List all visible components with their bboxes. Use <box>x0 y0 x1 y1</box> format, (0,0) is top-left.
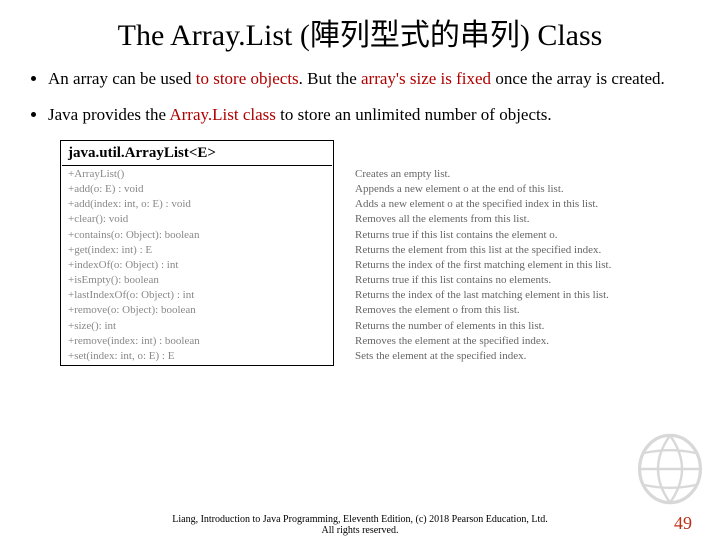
uml-diagram: java.util.ArrayList<E> +ArrayList()+add(… <box>60 140 660 365</box>
desc-row: Appends a new element o at the end of th… <box>335 181 659 196</box>
method-row: +contains(o: Object): boolean <box>62 227 332 242</box>
method-row: +ArrayList() <box>62 166 332 181</box>
bullet2-a: Java provides the <box>48 105 169 124</box>
class-name: java.util.ArrayList<E> <box>62 142 332 166</box>
bullet2-b: Array.List class <box>169 105 276 124</box>
bullet-list: An array can be used to store objects. B… <box>24 68 696 126</box>
bullet1-e: once the array is created. <box>491 69 665 88</box>
method-row: +indexOf(o: Object) : int <box>62 257 332 272</box>
bullet2-c: to store an unlimited number of objects. <box>276 105 552 124</box>
desc-row: Returns the element from this list at th… <box>335 242 659 257</box>
bullet-1: An array can be used to store objects. B… <box>48 68 696 90</box>
bullet1-d: array's size is fixed <box>361 69 491 88</box>
slide-title: The Array.List (陣列型式的串列) Class <box>24 10 696 54</box>
desc-list: Creates an empty list.Appends a new elem… <box>335 166 659 363</box>
desc-row: Removes the element at the specified ind… <box>335 333 659 348</box>
bullet-2: Java provides the Array.List class to st… <box>48 104 696 126</box>
desc-row: Returns true if this list contains no el… <box>335 273 659 288</box>
desc-row: Returns the index of the first matching … <box>335 257 659 272</box>
method-row: +clear(): void <box>62 212 332 227</box>
desc-row: Returns the index of the last matching e… <box>335 288 659 303</box>
method-row: +add(index: int, o: E) : void <box>62 197 332 212</box>
method-row: +get(index: int) : E <box>62 242 332 257</box>
method-list: +ArrayList()+add(o: E) : void+add(index:… <box>62 166 332 363</box>
bullet1-a: An array can be used <box>48 69 196 88</box>
title-part-b: (陣列型式的串列) <box>300 19 530 52</box>
method-row: +remove(index: int) : boolean <box>62 333 332 348</box>
desc-row: Removes all the elements from this list. <box>335 212 659 227</box>
desc-row: Creates an empty list. <box>335 166 659 181</box>
footer: Liang, Introduction to Java Programming,… <box>0 514 720 536</box>
desc-row: Sets the element at the specified index. <box>335 348 659 363</box>
method-row: +set(index: int, o: E) : E <box>62 348 332 363</box>
bullet1-b: to store objects <box>196 69 299 88</box>
title-part-c: Class <box>530 19 603 52</box>
page-number: 49 <box>674 513 692 534</box>
globe-watermark <box>630 424 710 514</box>
footer-line-2: All rights reserved. <box>322 525 399 536</box>
method-row: +isEmpty(): boolean <box>62 273 332 288</box>
title-part-a: The Array.List <box>118 19 300 52</box>
method-row: +lastIndexOf(o: Object) : int <box>62 288 332 303</box>
desc-row: Returns true if this list contains the e… <box>335 227 659 242</box>
method-row: +add(o: E) : void <box>62 181 332 196</box>
bullet1-c: . But the <box>299 69 361 88</box>
method-row: +remove(o: Object): boolean <box>62 303 332 318</box>
desc-row: Returns the number of elements in this l… <box>335 318 659 333</box>
method-row: +size(): int <box>62 318 332 333</box>
footer-line-1: Liang, Introduction to Java Programming,… <box>172 514 547 525</box>
desc-row: Adds a new element o at the specified in… <box>335 197 659 212</box>
desc-row: Removes the element o from this list. <box>335 303 659 318</box>
